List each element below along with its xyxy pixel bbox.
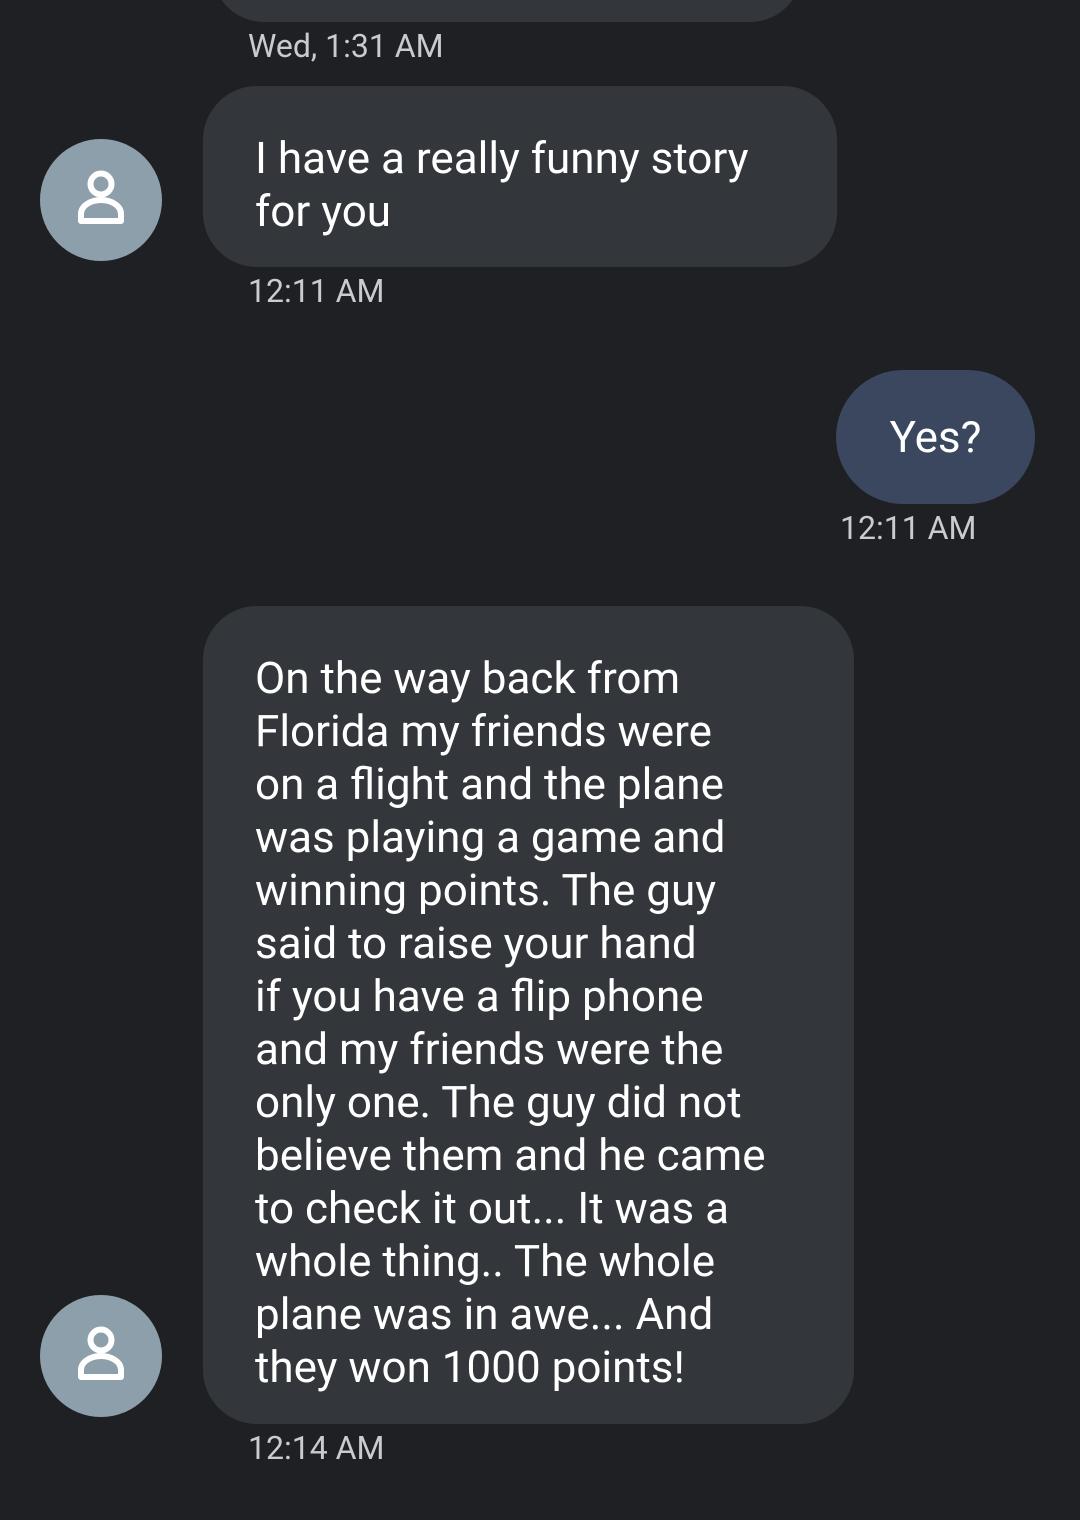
previous-message-bubble[interactable] [212, 0, 802, 22]
date-separator: Wed, 1:31 AM [248, 27, 444, 65]
message-timestamp: 12:14 AM [248, 1429, 385, 1467]
contact-avatar[interactable] [40, 1295, 162, 1417]
message-timestamp: 12:11 AM [840, 509, 977, 547]
person-icon [78, 170, 124, 224]
incoming-message-bubble[interactable]: I have a really funny story for you [203, 86, 837, 267]
contact-avatar[interactable] [40, 139, 162, 261]
incoming-message-bubble[interactable]: On the way back from Florida my friends … [203, 606, 854, 1424]
outgoing-message-bubble[interactable]: Yes? [836, 370, 1035, 504]
message-timestamp: 12:11 AM [248, 272, 385, 310]
person-icon [78, 1326, 124, 1380]
